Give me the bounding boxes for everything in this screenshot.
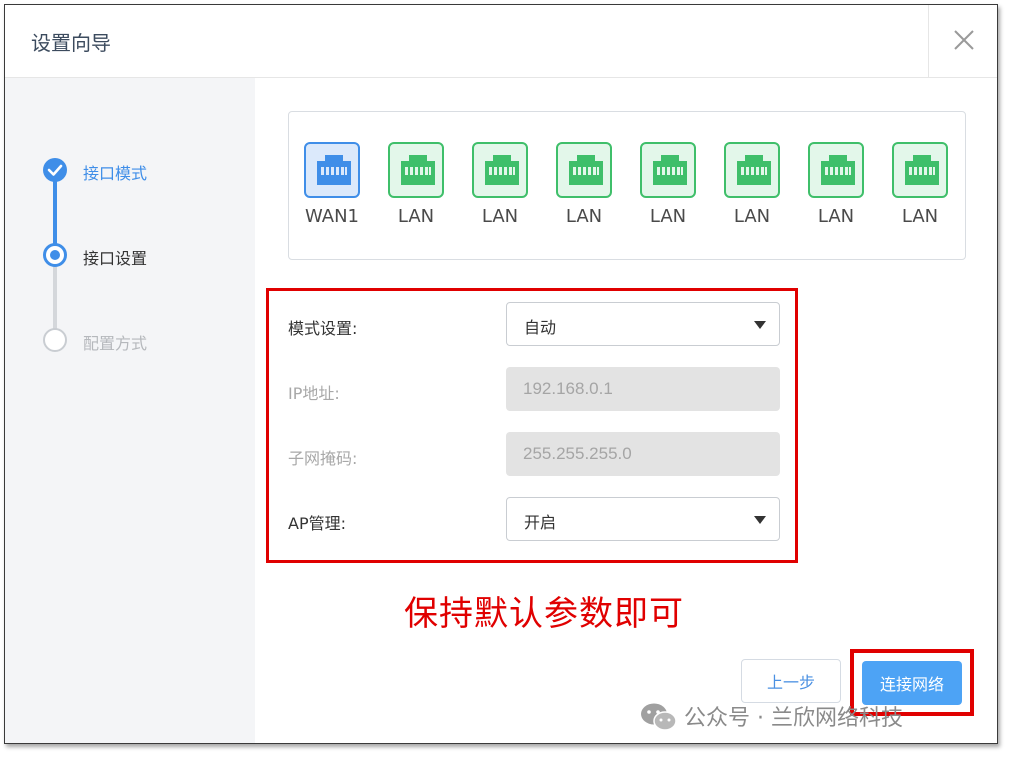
mode-label: 模式设置:: [288, 319, 358, 338]
watermark-text: 公众号 · 兰欣网络科技: [684, 706, 903, 731]
wechat-icon: [641, 703, 677, 731]
port-lan[interactable]: LAN: [889, 142, 951, 227]
port-lan[interactable]: LAN: [805, 142, 867, 227]
step-3-pending-icon: [43, 328, 67, 352]
port-lan[interactable]: LAN: [385, 142, 447, 227]
step-2-label: 接口设置: [83, 249, 148, 268]
dialog-title: 设置向导: [31, 31, 111, 55]
mask-label: 子网掩码:: [288, 449, 358, 468]
ethernet-port-icon: [304, 142, 360, 198]
port-label: LAN: [397, 206, 435, 227]
ethernet-port-icon: [724, 142, 780, 198]
step-1-label: 接口模式: [83, 164, 148, 183]
mode-select[interactable]: 自动: [506, 302, 780, 346]
port-panel: WAN1 LAN LAN LAN LAN LAN LAN LAN: [288, 111, 966, 260]
ethernet-port-icon: [472, 142, 528, 198]
dialog-header: 设置向导: [5, 5, 997, 78]
ethernet-port-icon: [808, 142, 864, 198]
ethernet-port-icon: [640, 142, 696, 198]
prev-step-button[interactable]: 上一步: [741, 659, 841, 703]
ip-label: IP地址:: [288, 384, 340, 403]
ip-input[interactable]: [506, 367, 780, 411]
close-icon[interactable]: [953, 29, 975, 51]
ap-select-value: 开启: [524, 513, 557, 532]
port-lan[interactable]: LAN: [637, 142, 699, 227]
step-3-label: 配置方式: [83, 334, 148, 353]
port-label: LAN: [733, 206, 771, 227]
close-button[interactable]: [928, 5, 997, 77]
port-label: WAN1: [304, 206, 360, 227]
port-label: LAN: [481, 206, 519, 227]
ethernet-port-icon: [892, 142, 948, 198]
port-label: LAN: [817, 206, 855, 227]
step-2-current-icon: [43, 243, 67, 267]
ethernet-port-icon: [556, 142, 612, 198]
step-sidebar: 接口模式 接口设置 配置方式: [5, 78, 255, 743]
port-wan1[interactable]: WAN1: [301, 142, 363, 227]
ethernet-port-icon: [388, 142, 444, 198]
port-label: LAN: [565, 206, 603, 227]
ap-select[interactable]: 开启: [506, 497, 780, 541]
port-label: LAN: [901, 206, 939, 227]
mask-input[interactable]: [506, 432, 780, 476]
annotation-text: 保持默认参数即可: [404, 594, 684, 634]
chevron-down-icon: [754, 516, 766, 524]
port-lan[interactable]: LAN: [553, 142, 615, 227]
mode-select-value: 自动: [524, 318, 557, 337]
chevron-down-icon: [754, 321, 766, 329]
port-lan[interactable]: LAN: [469, 142, 531, 227]
step-line-pending: [53, 266, 57, 332]
port-lan[interactable]: LAN: [721, 142, 783, 227]
step-1-check-icon: [43, 158, 67, 182]
port-label: LAN: [649, 206, 687, 227]
ap-label: AP管理:: [288, 514, 346, 533]
